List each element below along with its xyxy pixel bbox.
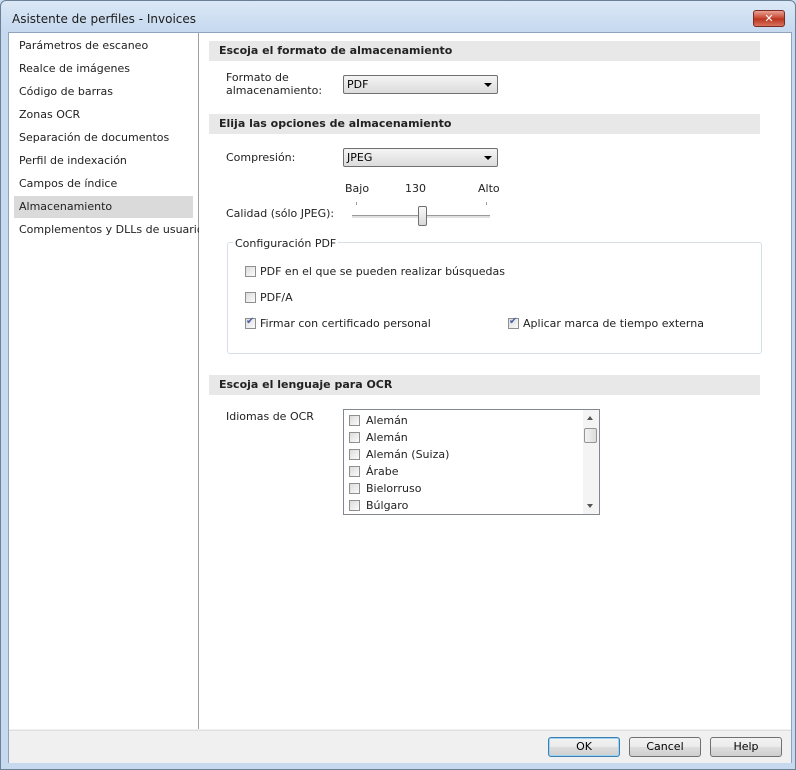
sidebar-nav: Parámetros de escaneo Realce de imágenes… — [9, 33, 204, 729]
quality-value-label: 130 — [405, 182, 426, 195]
language-checkbox[interactable] — [349, 500, 360, 511]
close-icon: ✕ — [764, 12, 774, 25]
format-dropdown[interactable]: PDF — [343, 75, 498, 94]
ok-button[interactable]: OK — [548, 737, 620, 757]
sidebar-item-document-separation[interactable]: Separación de documentos — [14, 127, 193, 149]
compression-label: Compresión: — [226, 151, 296, 164]
language-checkbox[interactable] — [349, 415, 360, 426]
chevron-down-icon — [484, 156, 492, 160]
list-item[interactable]: Alemán — [344, 429, 584, 446]
list-item[interactable]: Árabe — [344, 463, 584, 480]
list-item[interactable]: Bielorruso — [344, 480, 584, 497]
ocr-languages-label: Idiomas de OCR — [226, 410, 314, 423]
language-label: Búlgaro — [366, 499, 409, 512]
sidebar-item-storage[interactable]: Almacenamiento — [14, 196, 193, 218]
sidebar-item-image-enhancement[interactable]: Realce de imágenes — [14, 58, 193, 80]
sidebar-item-indexing-profile[interactable]: Perfil de indexación — [14, 150, 193, 172]
language-label: Bielorruso — [366, 482, 422, 495]
ocr-language-header: Escoja el lenguaje para OCR — [209, 375, 760, 395]
quality-slider-thumb[interactable] — [418, 206, 427, 226]
pdf-config-group — [227, 242, 762, 354]
language-list-scrollbar[interactable] — [583, 410, 599, 514]
list-item[interactable]: Alemán (Suiza) — [344, 446, 584, 463]
language-checkbox[interactable] — [349, 483, 360, 494]
searchable-pdf-label: PDF en el que se pueden realizar búsqued… — [260, 265, 505, 278]
quality-low-label: Bajo — [345, 182, 370, 195]
dialog-footer: OK Cancel Help — [9, 730, 791, 763]
pdf-config-title: Configuración PDF — [233, 237, 339, 250]
language-label: Alemán (Suiza) — [366, 448, 450, 461]
chevron-down-icon — [484, 83, 492, 87]
storage-options-header: Elija las opciones de almacenamiento — [209, 114, 760, 134]
language-label: Árabe — [366, 465, 399, 478]
ocr-language-list[interactable]: Alemán Alemán Alemán (Suiza) Árabe Bielo… — [343, 409, 600, 515]
list-item[interactable]: Búlgaro — [344, 497, 584, 514]
language-checkbox[interactable] — [349, 432, 360, 443]
sign-certificate-checkbox[interactable] — [245, 316, 256, 329]
scrollbar-thumb[interactable] — [584, 428, 597, 443]
scroll-up-icon[interactable] — [587, 416, 593, 420]
help-button[interactable]: Help — [710, 737, 782, 757]
quality-label: Calidad (sólo JPEG): — [226, 207, 335, 220]
external-timestamp-label: Aplicar marca de tiempo externa — [523, 317, 704, 330]
sidebar-item-plugins-dlls[interactable]: Complementos y DLLs de usuario — [14, 219, 204, 241]
cancel-button[interactable]: Cancel — [629, 737, 701, 757]
storage-panel: Escoja el formato de almacenamiento Form… — [199, 33, 791, 729]
language-checkbox[interactable] — [349, 466, 360, 477]
pdfa-label: PDF/A — [260, 291, 293, 304]
quality-high-label: Alto — [478, 182, 500, 195]
format-dropdown-value: PDF — [347, 78, 369, 91]
sidebar-item-scan-params[interactable]: Parámetros de escaneo — [14, 35, 193, 57]
close-button[interactable]: ✕ — [753, 10, 785, 27]
dialog-client: Parámetros de escaneo Realce de imágenes… — [8, 32, 792, 763]
dialog-window: Asistente de perfiles - Invoices ✕ Parám… — [0, 0, 796, 770]
language-label: Alemán — [366, 414, 408, 427]
language-checkbox[interactable] — [349, 449, 360, 460]
language-label: Alemán — [366, 431, 408, 444]
title-bar[interactable]: Asistente de perfiles - Invoices ✕ — [1, 1, 795, 31]
sidebar-item-ocr-zones[interactable]: Zonas OCR — [14, 104, 193, 126]
sidebar-item-index-fields[interactable]: Campos de índice — [14, 173, 193, 195]
searchable-pdf-checkbox[interactable] — [245, 266, 256, 277]
external-timestamp-checkbox[interactable] — [508, 316, 519, 329]
slider-tick — [356, 202, 357, 205]
sign-certificate-label: Firmar con certificado personal — [260, 317, 431, 330]
compression-dropdown[interactable]: JPEG — [343, 148, 498, 167]
sidebar-item-barcode[interactable]: Código de barras — [14, 81, 193, 103]
list-item[interactable]: Alemán — [344, 412, 584, 429]
scroll-down-icon[interactable] — [587, 504, 593, 508]
slider-tick — [486, 202, 487, 205]
window-title: Asistente de perfiles - Invoices — [12, 12, 197, 26]
storage-format-header: Escoja el formato de almacenamiento — [209, 41, 760, 61]
pdfa-checkbox[interactable] — [245, 292, 256, 303]
compression-dropdown-value: JPEG — [347, 151, 373, 164]
format-label: Formato de almacenamiento: — [226, 71, 323, 97]
